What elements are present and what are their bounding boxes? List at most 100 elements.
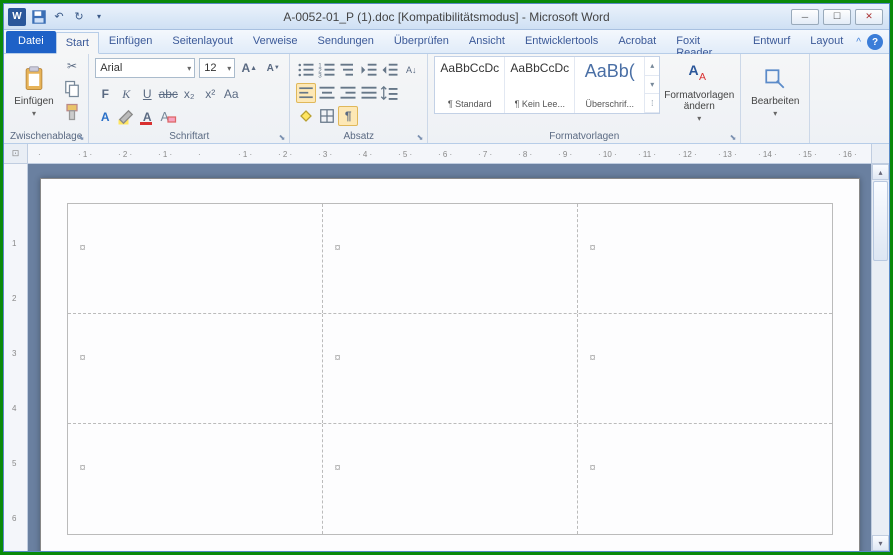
table-cell[interactable]: ¤ <box>323 204 578 313</box>
ruler-tick: · 13 · <box>718 150 737 159</box>
vertical-ruler[interactable]: 1234567 <box>4 164 28 551</box>
font-size-combo[interactable]: 12 <box>199 58 235 78</box>
chevron-down-icon: ▾ <box>697 114 701 123</box>
tab-sendungen[interactable]: Sendungen <box>308 31 384 53</box>
tab-einfuegen[interactable]: Einfügen <box>99 31 162 53</box>
workspace: ⊡ ·· 1 ·· 2 ·· 1 ··· 1 ·· 2 ·· 3 ·· 4 ··… <box>4 144 889 551</box>
align-right-icon[interactable] <box>338 83 358 103</box>
table-cell[interactable]: ¤ <box>68 204 323 313</box>
tab-acrobat[interactable]: Acrobat <box>608 31 666 53</box>
table-cell[interactable]: ¤ <box>578 204 832 313</box>
dialog-launcher-icon[interactable]: ⬊ <box>279 133 286 142</box>
editing-button[interactable]: Bearbeiten ▾ <box>747 56 803 126</box>
style-preview: AaBb( <box>585 61 635 82</box>
underline-icon[interactable]: U <box>137 84 157 104</box>
ruler-tick: · 7 · <box>478 150 492 159</box>
decrease-indent-icon[interactable] <box>359 60 379 80</box>
horizontal-ruler[interactable]: ·· 1 ·· 2 ·· 1 ··· 1 ·· 2 ·· 3 ·· 4 ·· 5… <box>28 144 871 164</box>
show-marks-icon[interactable]: ¶ <box>338 106 358 126</box>
table-cell[interactable]: ¤ <box>578 424 832 534</box>
table-row: ¤¤¤ <box>68 424 832 534</box>
bold-icon[interactable]: F <box>95 84 115 104</box>
style-kein-leerraum[interactable]: AaBbCcDc ¶ Kein Lee... <box>505 57 575 113</box>
table-cell[interactable]: ¤ <box>68 314 323 423</box>
table-cell[interactable]: ¤ <box>578 314 832 423</box>
scroll-thumb[interactable] <box>873 181 888 261</box>
highlight-icon[interactable] <box>116 107 136 127</box>
maximize-button[interactable]: ☐ <box>823 9 851 25</box>
shrink-font-icon[interactable]: A▼ <box>263 58 283 78</box>
multilevel-list-icon[interactable] <box>338 60 358 80</box>
dialog-launcher-icon[interactable]: ⬊ <box>730 133 737 142</box>
table-cell[interactable]: ¤ <box>68 424 323 534</box>
gallery-down-icon[interactable]: ▾ <box>645 76 659 95</box>
scroll-up-icon[interactable]: ▴ <box>872 164 889 180</box>
increase-indent-icon[interactable] <box>380 60 400 80</box>
text-effects-icon[interactable]: A <box>95 107 115 127</box>
tab-seitenlayout[interactable]: Seitenlayout <box>162 31 243 53</box>
italic-icon[interactable]: K <box>116 84 136 104</box>
change-case-icon[interactable]: Aa <box>221 84 241 104</box>
style-ueberschrift[interactable]: AaBb( Überschrif... <box>575 57 645 113</box>
borders-icon[interactable] <box>317 106 337 126</box>
gallery-up-icon[interactable]: ▴ <box>645 57 659 76</box>
shading-icon[interactable] <box>296 106 316 126</box>
minimize-ribbon-icon[interactable]: ^ <box>856 37 861 48</box>
tab-entwurf[interactable]: Entwurf <box>746 31 797 53</box>
tab-foxit[interactable]: Foxit Reader PDF <box>666 31 746 53</box>
save-icon[interactable] <box>30 8 48 26</box>
minimize-button[interactable]: ─ <box>791 9 819 25</box>
clipboard-group-label: Zwischenablage⬊ <box>10 129 82 143</box>
style-standard[interactable]: AaBbCcDc ¶ Standard <box>435 57 505 113</box>
tab-start[interactable]: Start <box>56 32 99 54</box>
tab-ansicht[interactable]: Ansicht <box>459 31 515 53</box>
gallery-more-icon[interactable]: ⁞ <box>645 94 659 113</box>
redo-icon[interactable]: ↻ <box>70 8 88 26</box>
table-cell[interactable]: ¤ <box>323 424 578 534</box>
scroll-down-icon[interactable]: ▾ <box>872 535 889 551</box>
qat-dropdown-icon[interactable]: ▾ <box>90 8 108 26</box>
table-cell[interactable]: ¤ <box>323 314 578 423</box>
superscript-icon[interactable]: x² <box>200 84 220 104</box>
align-left-icon[interactable] <box>296 83 316 103</box>
help-icon[interactable]: ? <box>867 34 883 50</box>
strikethrough-icon[interactable]: abc <box>158 84 178 104</box>
ruler-tick: 1 <box>12 239 16 248</box>
undo-icon[interactable]: ↶ <box>50 8 68 26</box>
group-clipboard: Einfügen ▾ ✂ Zwischenablage⬊ <box>4 54 89 143</box>
bullets-icon[interactable] <box>296 60 316 80</box>
clear-formatting-icon[interactable]: A <box>158 107 178 127</box>
close-button[interactable]: ✕ <box>855 9 883 25</box>
dialog-launcher-icon[interactable]: ⬊ <box>417 133 424 142</box>
copy-icon[interactable] <box>62 79 82 99</box>
tab-ueberpruefen[interactable]: Überprüfen <box>384 31 459 53</box>
justify-icon[interactable] <box>359 83 379 103</box>
align-center-icon[interactable] <box>317 83 337 103</box>
file-tab[interactable]: Datei <box>6 31 56 53</box>
tab-verweise[interactable]: Verweise <box>243 31 308 53</box>
style-label: ¶ Standard <box>448 99 492 109</box>
line-spacing-icon[interactable] <box>380 83 400 103</box>
ruler-tick: · 14 · <box>758 150 777 159</box>
document-viewport[interactable]: ¤¤¤¤¤¤¤¤¤ <box>28 164 871 551</box>
font-color-icon[interactable]: A <box>137 107 157 127</box>
editing-label: Bearbeiten <box>751 96 799 107</box>
ribbon-tabs: Datei Start Einfügen Seitenlayout Verwei… <box>4 30 889 54</box>
paragraph-group-label: Absatz⬊ <box>296 129 421 143</box>
tab-entwicklertools[interactable]: Entwicklertools <box>515 31 608 53</box>
font-name-combo[interactable]: Arial <box>95 58 195 78</box>
subscript-icon[interactable]: x₂ <box>179 84 199 104</box>
tab-layout[interactable]: Layout <box>803 31 850 53</box>
format-painter-icon[interactable] <box>62 102 82 122</box>
ruler-corner[interactable]: ⊡ <box>4 144 28 164</box>
cut-icon[interactable]: ✂ <box>62 56 82 76</box>
paste-button[interactable]: Einfügen ▾ <box>10 56 58 126</box>
grow-font-icon[interactable]: A▲ <box>239 58 259 78</box>
group-paragraph: 123 A↓ ¶ Abs <box>290 54 428 143</box>
ruler-tick: · 11 · <box>638 150 656 159</box>
style-preview: AaBbCcDc <box>440 61 499 75</box>
dialog-launcher-icon[interactable]: ⬊ <box>78 133 85 142</box>
change-styles-button[interactable]: AA Formatvorlagen ändern ▾ <box>664 56 734 126</box>
numbering-icon[interactable]: 123 <box>317 60 337 80</box>
sort-icon[interactable]: A↓ <box>401 60 421 80</box>
